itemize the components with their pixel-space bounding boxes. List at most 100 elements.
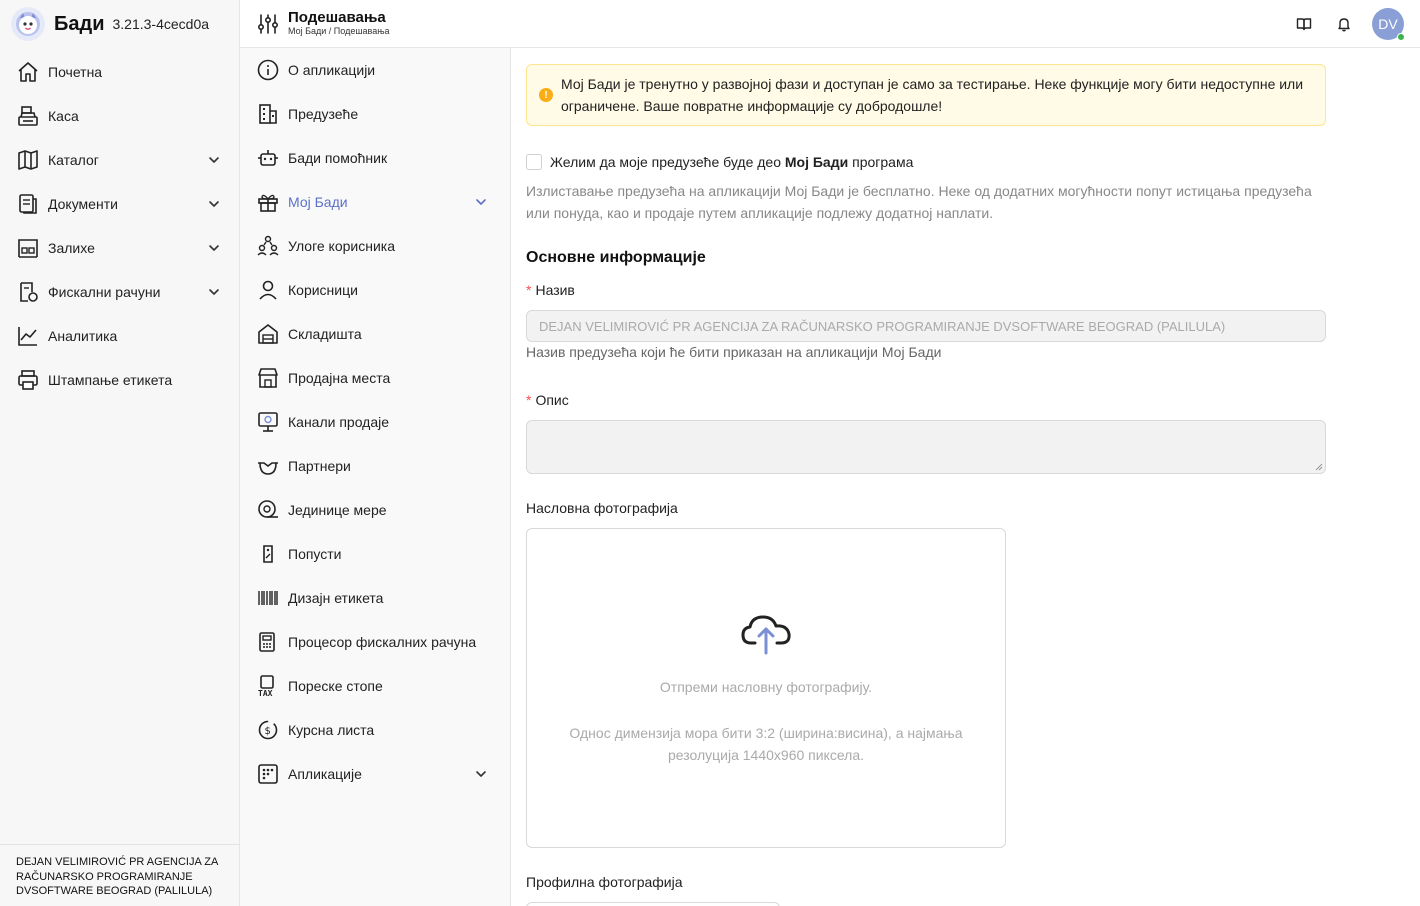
settings-item-label: Продајна места: [288, 370, 391, 386]
brand[interactable]: Бади 3.21.3-4cecd0a: [0, 0, 239, 48]
measure-tape-icon: [256, 498, 280, 522]
name-input[interactable]: DEJAN VELIMIROVIĆ PR AGENCIJA ZA RAČUNAR…: [526, 310, 1326, 342]
sidebar-item-home[interactable]: Почетна: [0, 50, 239, 94]
join-program-help: Излиставање предузећа на апликацији Мој …: [526, 183, 1312, 221]
avatar-initials: DV: [1378, 16, 1398, 32]
settings-item-barcode[interactable]: Дизајн етикета: [240, 576, 510, 620]
printer-icon: [16, 368, 40, 392]
settings-item-label: Пореске стопе: [288, 678, 383, 694]
settings-item-label: Дизајн етикета: [288, 590, 384, 606]
sales-channel-icon: [256, 410, 280, 434]
sidebar-item-label: Документи: [48, 196, 118, 212]
main-sidebar: Бади 3.21.3-4cecd0a Почетна Каса Каталог До…: [0, 0, 240, 906]
profile-photo-label: Профилна фотографија: [526, 874, 683, 890]
sidebar-item-fiscal-receipt[interactable]: Фискални рачуни: [0, 270, 239, 314]
info-icon: [256, 58, 280, 82]
documentation-book-icon[interactable]: [1292, 12, 1316, 36]
catalog-icon: [16, 148, 40, 172]
settings-item-currency-exchange[interactable]: $ Курсна листа: [240, 708, 510, 752]
partners-handshake-icon: [256, 454, 280, 478]
chevron-down-icon[interactable]: [474, 767, 488, 781]
tax-icon: TAX: [256, 674, 280, 698]
settings-item-robot-assistant[interactable]: Бади помоћник: [240, 136, 510, 180]
settings-item-label: Апликације: [288, 766, 362, 782]
user-roles-icon: [256, 234, 280, 258]
alert-text: Мој Бади је тренутно у развојној фази и …: [561, 76, 1304, 114]
settings-item-measure-tape[interactable]: Јединице мере: [240, 488, 510, 532]
name-help: Назив предузећа који ће бити приказан на…: [526, 344, 942, 360]
sidebar-item-label: Штампање етикета: [48, 372, 173, 388]
description-label: * Опис: [526, 392, 569, 408]
settings-item-label: Партнери: [288, 458, 351, 474]
user-avatar[interactable]: DV: [1372, 8, 1405, 41]
page-header: Подешавања Мој Бади / Подешавања DV: [240, 0, 1420, 48]
page-title: Подешавања: [288, 9, 386, 26]
company-building-icon: [256, 102, 280, 126]
robot-assistant-icon: [256, 146, 280, 170]
sidebar-item-label: Аналитика: [48, 328, 118, 344]
store-icon: [256, 366, 280, 390]
settings-item-gift[interactable]: Мој Бади: [240, 180, 510, 224]
sidebar-item-analytics-chart[interactable]: Аналитика: [0, 314, 239, 358]
chevron-down-icon[interactable]: [474, 195, 488, 209]
app-version: 3.21.3-4cecd0a: [112, 16, 210, 32]
settings-item-fiscal-processor[interactable]: Процесор фискалних рачуна: [240, 620, 510, 664]
chevron-down-icon[interactable]: [207, 153, 221, 167]
settings-item-user[interactable]: Корисници: [240, 268, 510, 312]
cloud-upload-icon: [741, 615, 791, 655]
chevron-down-icon[interactable]: [207, 241, 221, 255]
profile-photo-upload[interactable]: [526, 902, 780, 906]
join-program-checkbox[interactable]: [526, 154, 542, 170]
sidebar-item-label: Почетна: [48, 64, 103, 80]
sidebar-item-label: Залихе: [48, 240, 95, 256]
sidebar-item-label: Каса: [48, 108, 79, 124]
fiscal-receipt-icon: [16, 280, 40, 304]
settings-item-label: Улоге корисника: [288, 238, 395, 254]
settings-item-label: Курсна листа: [288, 722, 375, 738]
cover-upload-hint: Однос димензија мора бити 3:2 (ширина:ви…: [569, 725, 963, 763]
storage-icon: [256, 322, 280, 346]
settings-item-info[interactable]: О апликацији: [240, 48, 510, 92]
resize-grip-icon[interactable]: [1315, 463, 1323, 471]
chevron-down-icon[interactable]: [207, 285, 221, 299]
settings-item-storage[interactable]: Складишта: [240, 312, 510, 356]
settings-item-store[interactable]: Продајна места: [240, 356, 510, 400]
cash-register-icon: [16, 104, 40, 128]
settings-item-label: Корисници: [288, 282, 358, 298]
sidebar-item-cash-register[interactable]: Каса: [0, 94, 239, 138]
settings-item-tax[interactable]: TAX Пореске стопе: [240, 664, 510, 708]
sidebar-item-warehouse-stock[interactable]: Залихе: [0, 226, 239, 270]
settings-item-label: Бади помоћник: [288, 150, 388, 166]
sidebar-item-label: Фискални рачуни: [48, 284, 161, 300]
sidebar-item-documents[interactable]: Документи: [0, 182, 239, 226]
sidebar-item-printer[interactable]: Штампање етикета: [0, 358, 239, 402]
company-name-footer[interactable]: DEJAN VELIMIROVIĆ PR AGENCIJA ZA RAČUNAR…: [0, 844, 240, 906]
home-icon: [16, 60, 40, 84]
barcode-icon: [256, 586, 280, 610]
user-icon: [256, 278, 280, 302]
settings-item-user-roles[interactable]: Улоге корисника: [240, 224, 510, 268]
settings-item-company-building[interactable]: Предузеће: [240, 92, 510, 136]
settings-item-label: Попусти: [288, 546, 342, 562]
settings-item-partners-handshake[interactable]: Партнери: [240, 444, 510, 488]
description-textarea[interactable]: [526, 420, 1326, 474]
discount-tag-icon: [256, 542, 280, 566]
breadcrumb[interactable]: Мој Бади / Подешавања: [288, 26, 390, 37]
warning-icon: !: [539, 88, 553, 102]
fiscal-processor-icon: [256, 630, 280, 654]
settings-item-discount-tag[interactable]: Попусти: [240, 532, 510, 576]
notifications-bell-icon[interactable]: [1332, 12, 1356, 36]
online-status-dot: [1397, 33, 1405, 41]
settings-item-apps-grid[interactable]: Апликације: [240, 752, 510, 796]
settings-item-sales-channel[interactable]: Канали продаје: [240, 400, 510, 444]
section-title-basic-info: Основне информације: [526, 249, 706, 266]
settings-item-label: О апликацији: [288, 62, 376, 78]
analytics-chart-icon: [16, 324, 40, 348]
warehouse-stock-icon: [16, 236, 40, 260]
cover-upload-text: Отпреми насловну фотографију.: [659, 679, 873, 695]
cover-photo-label: Насловна фотографија: [526, 500, 678, 516]
chevron-down-icon[interactable]: [207, 197, 221, 211]
join-program-label[interactable]: Желим да моје предузеће буде део Мој Бад…: [550, 154, 913, 170]
cover-photo-upload[interactable]: Отпреми насловну фотографију. Однос диме…: [526, 528, 1006, 848]
sidebar-item-catalog[interactable]: Каталог: [0, 138, 239, 182]
